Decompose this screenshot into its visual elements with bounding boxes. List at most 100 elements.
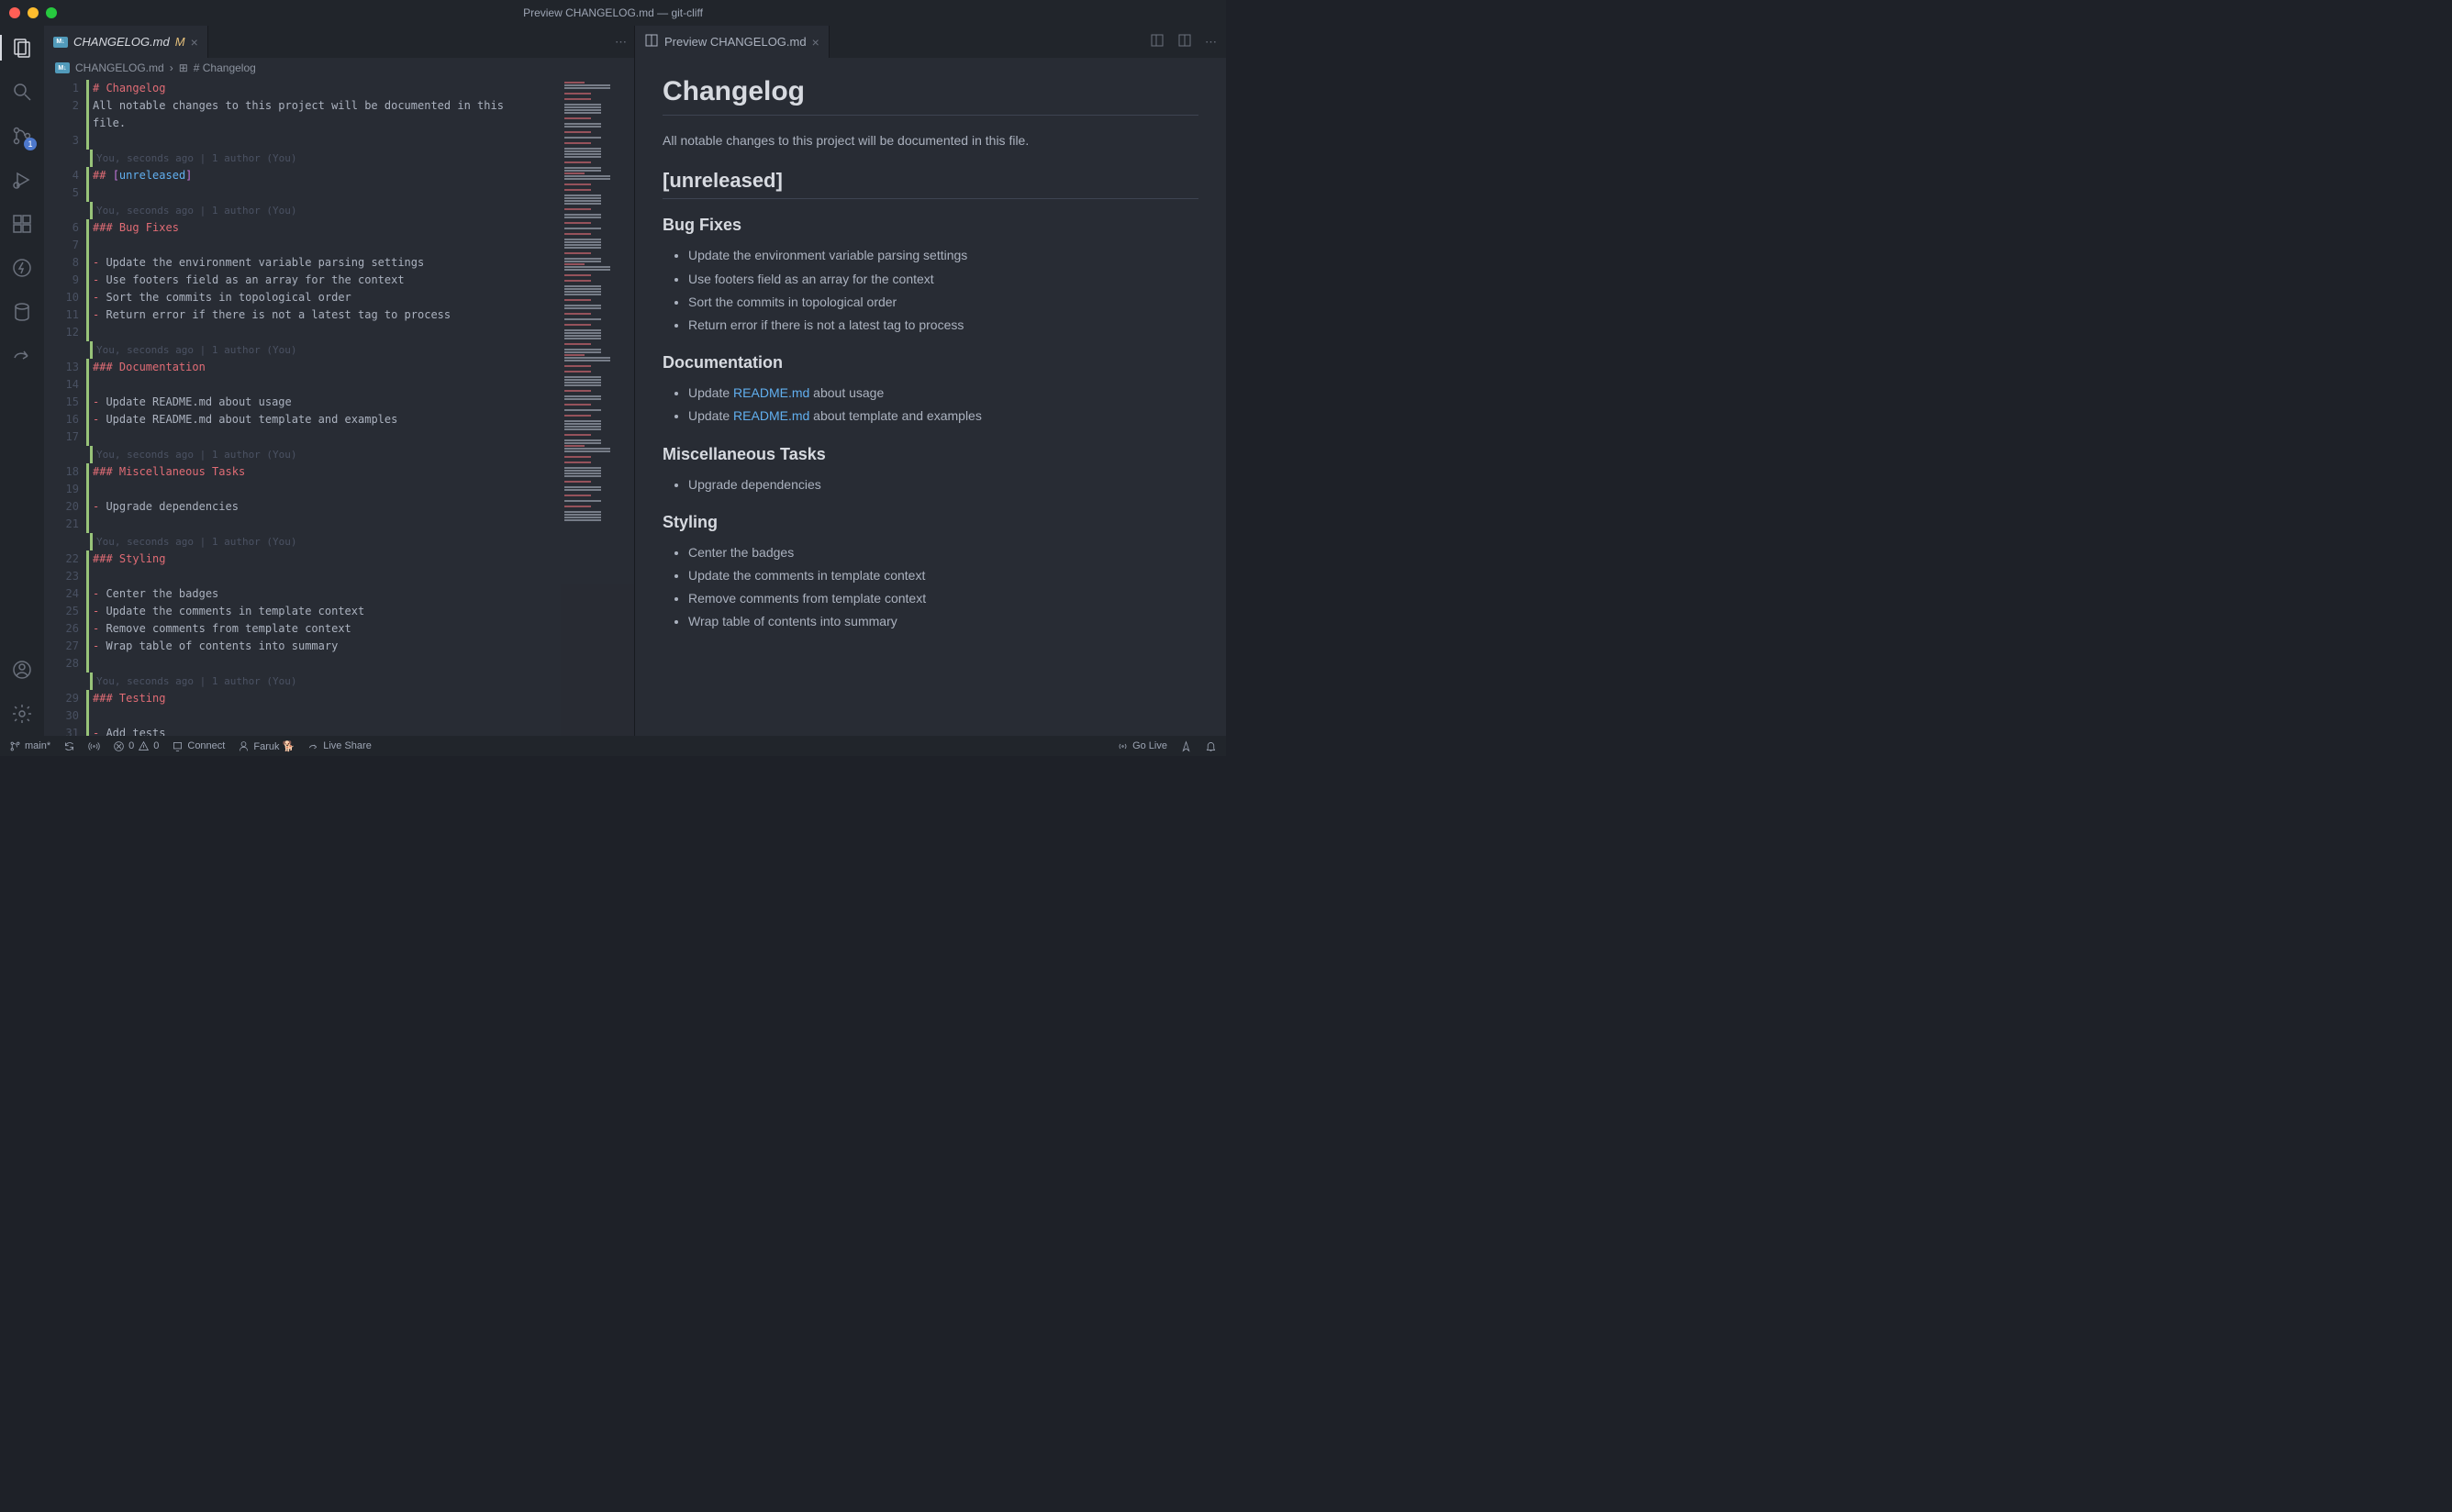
preview-link[interactable]: README.md (733, 385, 809, 400)
code-line[interactable] (86, 132, 561, 150)
code-line[interactable]: - Center the badges (86, 585, 561, 603)
code-line[interactable] (86, 707, 561, 725)
line-number[interactable]: 14 (44, 376, 79, 394)
line-number[interactable]: 9 (44, 272, 79, 289)
code-line[interactable]: - Sort the commits in topological order (86, 289, 561, 306)
line-number[interactable]: 4 (44, 167, 79, 184)
line-number[interactable]: 6 (44, 219, 79, 237)
code-line[interactable]: - Use footers field as an array for the … (86, 272, 561, 289)
window-close-button[interactable] (9, 7, 20, 18)
code-line[interactable]: ### Testing (86, 690, 561, 707)
user-status[interactable]: Faruk 🐕 (238, 740, 295, 752)
minimap[interactable] (561, 78, 634, 736)
line-number[interactable]: 26 (44, 620, 79, 638)
code-line[interactable]: ### Bug Fixes (86, 219, 561, 237)
line-number[interactable]: 24 (44, 585, 79, 603)
code-line[interactable] (86, 324, 561, 341)
code-line[interactable] (86, 655, 561, 673)
split-editor-icon[interactable] (1177, 33, 1192, 50)
source-control-icon[interactable]: 1 (0, 117, 44, 154)
problems-status[interactable]: 0 0 (113, 740, 159, 752)
window-minimize-button[interactable] (28, 7, 39, 18)
settings-icon[interactable] (0, 695, 44, 732)
preview-link[interactable]: README.md (733, 408, 809, 423)
database-icon[interactable] (0, 294, 44, 330)
line-number[interactable]: 13 (44, 359, 79, 376)
line-number[interactable]: 21 (44, 516, 79, 533)
branch-status[interactable]: main* (9, 740, 50, 752)
breadcrumb[interactable]: M↓ CHANGELOG.md › ⊞ # Changelog (44, 58, 634, 78)
line-number[interactable]: 19 (44, 481, 79, 498)
line-number[interactable]: 2 (44, 97, 79, 115)
line-number[interactable]: 5 (44, 184, 79, 202)
code-line[interactable]: ## [unreleased] (86, 167, 561, 184)
code-line[interactable]: ### Miscellaneous Tasks (86, 463, 561, 481)
code-line[interactable] (86, 481, 561, 498)
tab-close-button[interactable]: × (191, 35, 198, 50)
extensions-icon[interactable] (0, 206, 44, 242)
explorer-icon[interactable] (0, 29, 44, 66)
line-number[interactable]: 29 (44, 690, 79, 707)
code-line[interactable]: - Upgrade dependencies (86, 498, 561, 516)
code-line[interactable]: - Update the comments in template contex… (86, 603, 561, 620)
code-line[interactable]: ### Documentation (86, 359, 561, 376)
run-debug-icon[interactable] (0, 161, 44, 198)
golive-status[interactable]: Go Live (1117, 740, 1167, 752)
code-line[interactable]: - Add tests (86, 725, 561, 736)
share-icon[interactable] (0, 338, 44, 374)
code-line[interactable]: ### Styling (86, 550, 561, 568)
line-number[interactable]: 16 (44, 411, 79, 428)
window-zoom-button[interactable] (46, 7, 57, 18)
line-number[interactable]: 22 (44, 550, 79, 568)
connect-status[interactable]: Connect (172, 740, 225, 752)
code-line[interactable] (86, 376, 561, 394)
line-number[interactable]: 11 (44, 306, 79, 324)
code-line[interactable]: - Remove comments from template context (86, 620, 561, 638)
code-line[interactable]: - Wrap table of contents into summary (86, 638, 561, 655)
liveshare-status[interactable]: Live Share (307, 740, 372, 752)
code-line[interactable]: - Update the environment variable parsin… (86, 254, 561, 272)
line-number[interactable]: 3 (44, 132, 79, 150)
line-number[interactable]: 23 (44, 568, 79, 585)
line-number[interactable]: 17 (44, 428, 79, 446)
more-actions-icon[interactable]: ⋯ (615, 35, 627, 50)
line-number[interactable]: 18 (44, 463, 79, 481)
preview-tab-close[interactable]: × (812, 35, 819, 50)
line-number[interactable]: 28 (44, 655, 79, 673)
line-number[interactable]: 25 (44, 603, 79, 620)
line-number[interactable]: 15 (44, 394, 79, 411)
code-line[interactable]: - Update README.md about usage (86, 394, 561, 411)
tab-preview[interactable]: Preview CHANGELOG.md × (635, 26, 830, 58)
more-actions-icon[interactable]: ⋯ (1205, 35, 1217, 50)
search-icon[interactable] (0, 73, 44, 110)
code-line[interactable] (86, 237, 561, 254)
code-line[interactable] (86, 184, 561, 202)
code-line[interactable]: # Changelog (86, 80, 561, 97)
code-line[interactable]: file. (86, 115, 561, 132)
account-icon[interactable] (0, 651, 44, 688)
feedback-icon[interactable] (1180, 740, 1192, 752)
code-line[interactable]: - Return error if there is not a latest … (86, 306, 561, 324)
code-editor[interactable]: 1234567891011121314151617181920212223242… (44, 78, 634, 736)
line-number[interactable]: 12 (44, 324, 79, 341)
code-line[interactable] (86, 428, 561, 446)
open-changes-icon[interactable] (1150, 33, 1165, 50)
line-number[interactable]: 8 (44, 254, 79, 272)
line-number[interactable]: 31 (44, 725, 79, 736)
line-number[interactable]: 27 (44, 638, 79, 655)
line-number[interactable] (44, 115, 79, 132)
tab-changelog[interactable]: M↓ CHANGELOG.md M × (44, 26, 208, 58)
remote-status[interactable] (88, 740, 100, 752)
code-line[interactable]: - Update README.md about template and ex… (86, 411, 561, 428)
bell-icon[interactable] (1205, 740, 1217, 752)
code-line[interactable]: All notable changes to this project will… (86, 97, 561, 115)
line-number[interactable]: 1 (44, 80, 79, 97)
markdown-preview[interactable]: ChangelogAll notable changes to this pro… (635, 58, 1226, 736)
sync-status[interactable] (63, 740, 75, 752)
code-line[interactable] (86, 568, 561, 585)
line-number[interactable]: 30 (44, 707, 79, 725)
line-number[interactable]: 10 (44, 289, 79, 306)
thunder-icon[interactable] (0, 250, 44, 286)
line-number[interactable]: 7 (44, 237, 79, 254)
code-line[interactable] (86, 516, 561, 533)
